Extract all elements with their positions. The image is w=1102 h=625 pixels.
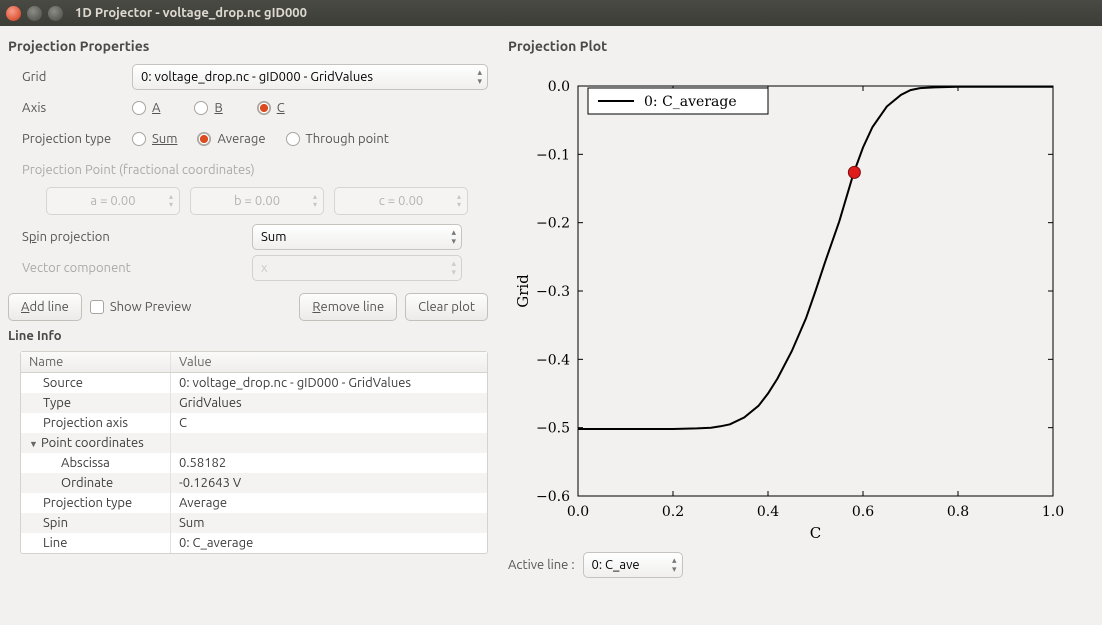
projection-plot[interactable]: 0.0−0.1−0.2−0.3−0.4−0.5−0.60.00.20.40.60… — [508, 66, 1068, 546]
table-row[interactable]: Projection axis C — [21, 413, 487, 433]
show-preview-checkbox[interactable]: Show Preview — [90, 300, 192, 314]
spinner-arrows-icon: ▴▾ — [169, 193, 173, 209]
table-row[interactable]: ▼Point coordinates — [21, 433, 487, 453]
row-value: GridValues — [171, 393, 250, 413]
clear-plot-button[interactable]: Clear plot — [405, 293, 488, 321]
projection-point-label: Projection Point (fractional coordinates… — [22, 163, 255, 177]
line-info-table: Name Value Source 0: voltage_drop.nc - gI… — [20, 351, 488, 554]
axis-radio-b[interactable]: B — [194, 101, 222, 115]
spin-projection-label: Spin projection — [22, 230, 252, 244]
spinner-arrows-icon: ▴▾ — [457, 193, 461, 209]
svg-text:−0.3: −0.3 — [536, 284, 570, 300]
svg-text:−0.4: −0.4 — [536, 352, 570, 368]
svg-text:−0.5: −0.5 — [536, 421, 570, 437]
row-value: C — [171, 413, 195, 433]
svg-text:1.0: 1.0 — [1042, 504, 1064, 520]
table-row[interactable]: Ordinate -0.12643 V — [21, 473, 487, 493]
window-minimize-icon[interactable] — [27, 6, 42, 21]
svg-text:0.8: 0.8 — [947, 504, 969, 520]
active-line-label: Active line : — [508, 558, 575, 572]
row-name: Projection axis — [43, 416, 128, 430]
axis-radio-c[interactable]: C — [257, 101, 285, 115]
ppoint-c-spinner: c = 0.00▴▾ — [334, 187, 468, 215]
row-value: Average — [171, 493, 235, 513]
row-name: Abscissa — [61, 456, 110, 470]
active-line-select[interactable]: 0: C_ave — [583, 552, 683, 578]
table-row[interactable]: Line 0: C_average — [21, 533, 487, 553]
axis-radio-a[interactable]: A — [132, 101, 160, 115]
row-name: Point coordinates — [41, 436, 144, 450]
row-name: Source — [43, 376, 83, 390]
row-value: Sum — [171, 513, 212, 533]
spin-projection-select[interactable]: Sum — [252, 224, 462, 250]
svg-text:C: C — [810, 524, 821, 542]
projection-plot-title: Projection Plot — [508, 38, 1088, 54]
col-value-header[interactable]: Value — [171, 352, 220, 372]
table-row[interactable]: Type GridValues — [21, 393, 487, 413]
row-value: 0: C_average — [171, 533, 261, 553]
svg-text:Grid: Grid — [514, 274, 532, 308]
row-name: Line — [43, 536, 67, 550]
projection-properties-title: Projection Properties — [8, 38, 488, 54]
window-maximize-icon[interactable] — [48, 6, 63, 21]
ppoint-a-spinner: a = 0.00▴▾ — [46, 187, 180, 215]
svg-text:−0.2: −0.2 — [536, 216, 570, 232]
grid-select[interactable]: 0: voltage_drop.nc - gID000 - GridValues — [132, 64, 488, 90]
table-row[interactable]: Abscissa 0.58182 — [21, 453, 487, 473]
vector-component-select: x — [252, 255, 462, 281]
row-name: Ordinate — [61, 476, 113, 490]
svg-text:0.2: 0.2 — [662, 504, 684, 520]
axis-label: Axis — [22, 101, 132, 115]
row-value: -0.12643 V — [171, 473, 249, 493]
line-info-title: Line Info — [8, 329, 488, 343]
table-row[interactable]: Source 0: voltage_drop.nc - gID000 - Grid… — [21, 373, 487, 393]
row-name: Type — [43, 396, 71, 410]
remove-line-button[interactable]: Remove line — [299, 293, 397, 321]
ptype-radio-average[interactable]: Average — [197, 132, 265, 146]
svg-text:0: C_average: 0: C_average — [644, 94, 737, 110]
svg-text:0.0: 0.0 — [567, 504, 589, 520]
svg-text:0.0: 0.0 — [548, 79, 570, 95]
svg-text:0.6: 0.6 — [852, 504, 874, 520]
vector-component-label: Vector component — [22, 261, 252, 275]
add-line-button[interactable]: Add line — [8, 293, 82, 321]
spinner-arrows-icon: ▴▾ — [313, 193, 317, 209]
row-name: Spin — [43, 516, 68, 530]
ptype-radio-through-point[interactable]: Through point — [286, 132, 389, 146]
svg-text:−0.1: −0.1 — [536, 147, 570, 163]
table-row[interactable]: Projection type Average — [21, 493, 487, 513]
ppoint-b-spinner: b = 0.00▴▾ — [190, 187, 324, 215]
row-value: 0.58182 — [171, 453, 234, 473]
row-name: Projection type — [43, 496, 132, 510]
table-row[interactable]: Spin Sum — [21, 513, 487, 533]
svg-text:−0.6: −0.6 — [536, 489, 570, 505]
tree-toggle-icon[interactable]: ▼ — [29, 439, 39, 449]
window-title: 1D Projector - voltage_drop.nc gID000 — [75, 6, 307, 20]
window-close-icon[interactable] — [6, 6, 21, 21]
projection-type-label: Projection type — [22, 132, 132, 146]
ptype-radio-sum[interactable]: Sum — [132, 132, 177, 146]
grid-label: Grid — [22, 70, 132, 84]
svg-text:0.4: 0.4 — [757, 504, 779, 520]
col-name-header[interactable]: Name — [21, 352, 171, 372]
row-value — [171, 433, 187, 453]
row-value: 0: voltage_drop.nc - gID000 - GridValues — [171, 373, 419, 393]
window-titlebar: 1D Projector - voltage_drop.nc gID000 — [0, 0, 1102, 26]
